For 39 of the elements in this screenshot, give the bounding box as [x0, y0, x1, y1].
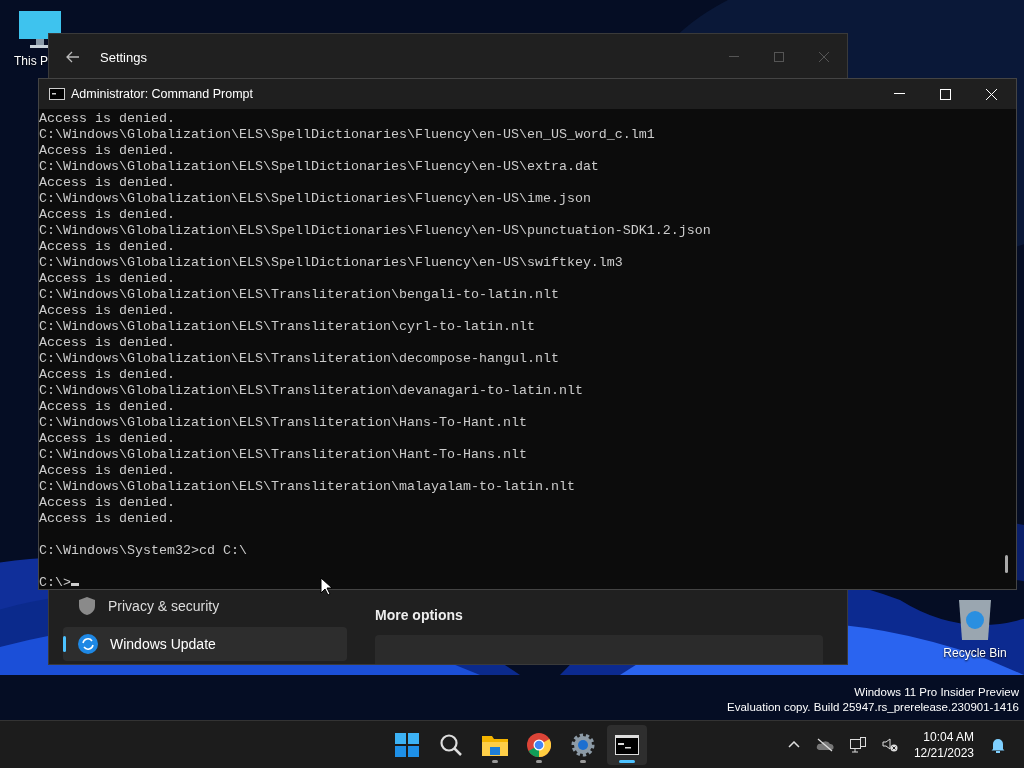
edition-notice: Evaluation copy. Build 25947.rs_prerelease.230901-1416 — [727, 700, 1019, 715]
console-line: C:\Windows\Globalization\ELS\SpellDictionaries\Fluency\en-US\en_US_word_c.lm1 — [39, 127, 656, 143]
console-line: Access is denied. — [39, 303, 176, 319]
icon-label[interactable]: This P — [14, 54, 48, 68]
console-line: C:\Windows\Globalization\ELS\SpellDictionaries\Fluency\en-US\extra.dat — [39, 159, 600, 175]
console-line: C:\Windows\Globalization\ELS\Transliteration\devanagari-to-latin.nlt — [39, 383, 584, 399]
console-line: C:\Windows\Globalization\ELS\Transliteration\cyrl-to-latin.nlt — [39, 319, 536, 335]
console-line: C:\Windows\Globalization\ELS\SpellDictionaries\Fluency\en-US\ime.json — [39, 191, 592, 207]
console-line: C:\Windows\Globalization\ELS\Transliteration\bengali-to-latin.nlt — [39, 287, 560, 303]
console-line: Access is denied. — [39, 431, 176, 447]
clock-date[interactable]: 12/21/2023 — [913, 744, 974, 761]
nav-item[interactable]: Privacy & security — [63, 589, 347, 623]
window-title: Settings — [100, 49, 147, 65]
console-line: Access is denied. — [39, 271, 176, 287]
window-title: Administrator: Command Prompt — [71, 87, 253, 101]
console-line: Access is denied. — [39, 111, 176, 127]
console-line: Access is denied. — [39, 495, 176, 511]
console-line: Access is denied. — [39, 463, 176, 479]
console-line: C:\Windows\System32>cd C:\ — [39, 543, 248, 559]
console-line: C:\Windows\Globalization\ELS\Transliteration\decompose-hangul.nlt — [39, 351, 560, 367]
icon-label[interactable]: Recycle Bin — [943, 646, 1007, 660]
prompt-text: C:\> — [39, 575, 71, 589]
console-line: Access is denied. — [39, 175, 176, 191]
nav-item[interactable]: Windows Update — [63, 627, 347, 661]
console-line: C:\Windows\Globalization\ELS\Transliteration\malayalam-to-latin.nlt — [39, 479, 576, 495]
console-line: C:\Windows\Globalization\ELS\Transliteration\Hans-To-Hant.nlt — [39, 415, 528, 431]
console-line: Access is denied. — [39, 511, 176, 527]
console-line: Access is denied. — [39, 367, 176, 383]
console-line: Access is denied. — [39, 143, 176, 159]
edition-notice: Windows 11 Pro Insider Preview — [854, 685, 1019, 700]
console-line: Access is denied. — [39, 239, 176, 255]
console-line: C:\Windows\Globalization\ELS\SpellDictionaries\Fluency\en-US\punctuation-SDK1.2.json — [39, 223, 712, 239]
console-line: Access is denied. — [39, 335, 176, 351]
console-line: Access is denied. — [39, 207, 176, 223]
console-line: Access is denied. — [39, 399, 176, 415]
clock-time[interactable]: 10:04 AM — [923, 728, 974, 745]
console-line: C:\Windows\Globalization\ELS\SpellDictionaries\Fluency\en-US\swiftkey.lm3 — [39, 255, 624, 271]
console-line: C:\Windows\Globalization\ELS\Transliteration\Hant-To-Hans.nlt — [39, 447, 528, 463]
section-heading: More options — [375, 607, 464, 623]
